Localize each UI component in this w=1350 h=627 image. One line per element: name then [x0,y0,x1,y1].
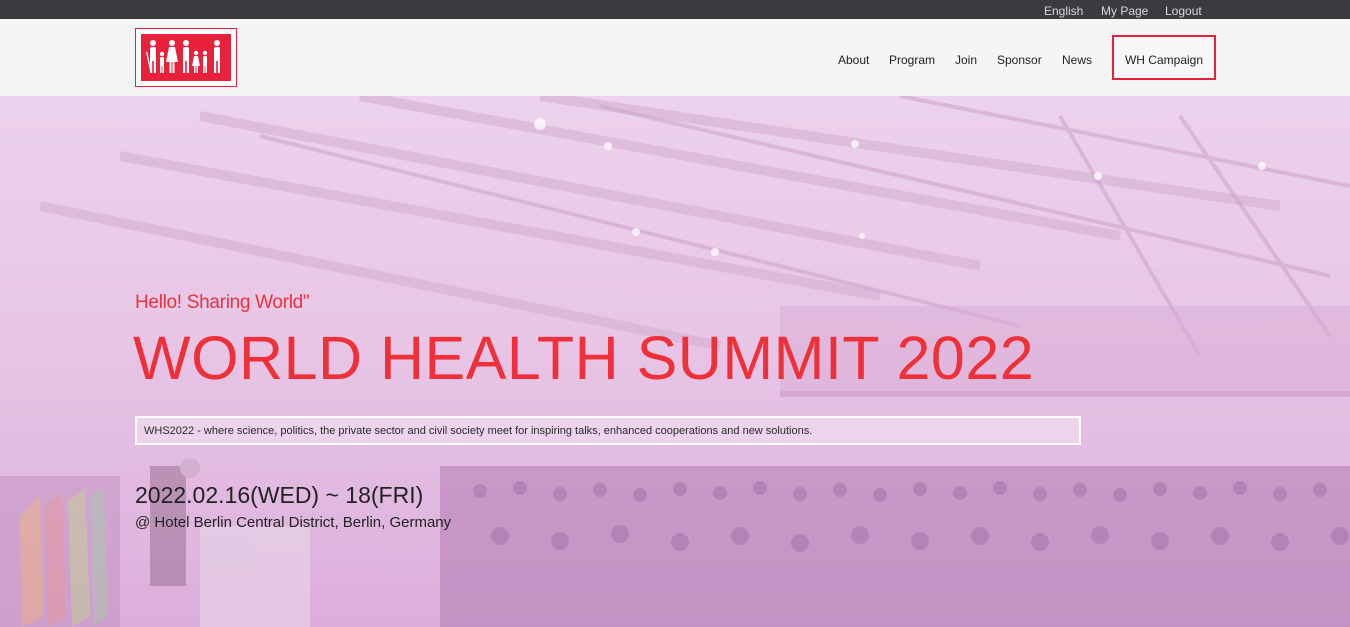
event-venue: @ Hotel Berlin Central District, Berlin,… [135,514,452,531]
nav-sponsor[interactable]: Sponsor [997,53,1042,67]
nav-join[interactable]: Join [955,53,977,67]
hero-title: WORLD HEALTH SUMMIT 2022 [133,324,1035,392]
nav-about[interactable]: About [838,53,869,67]
hero-description: WHS2022 - where science, politics, the p… [144,425,813,437]
site-logo[interactable] [135,28,237,87]
my-page-link[interactable]: My Page [1101,4,1148,18]
top-utility-bar: English My Page Logout [0,0,1350,19]
hero-description-box: WHS2022 - where science, politics, the p… [135,416,1081,445]
hero-greeting: Hello! Sharing World" [135,292,310,313]
family-figures-icon [141,34,231,81]
hero-banner: Hello! Sharing World" WORLD HEALTH SUMMI… [0,96,1350,627]
nav-wh-campaign-label: WH Campaign [1124,53,1204,67]
event-date: 2022.02.16(WED) ~ 18(FRI) [135,482,424,508]
nav-program[interactable]: Program [889,53,935,67]
nav-news[interactable]: News [1062,53,1092,67]
language-link[interactable]: English [1044,4,1083,18]
logout-link[interactable]: Logout [1165,4,1202,18]
site-header: About Program Join Sponsor News WH Campa… [0,19,1350,96]
nav-wh-campaign-button[interactable]: WH Campaign [1112,35,1216,80]
